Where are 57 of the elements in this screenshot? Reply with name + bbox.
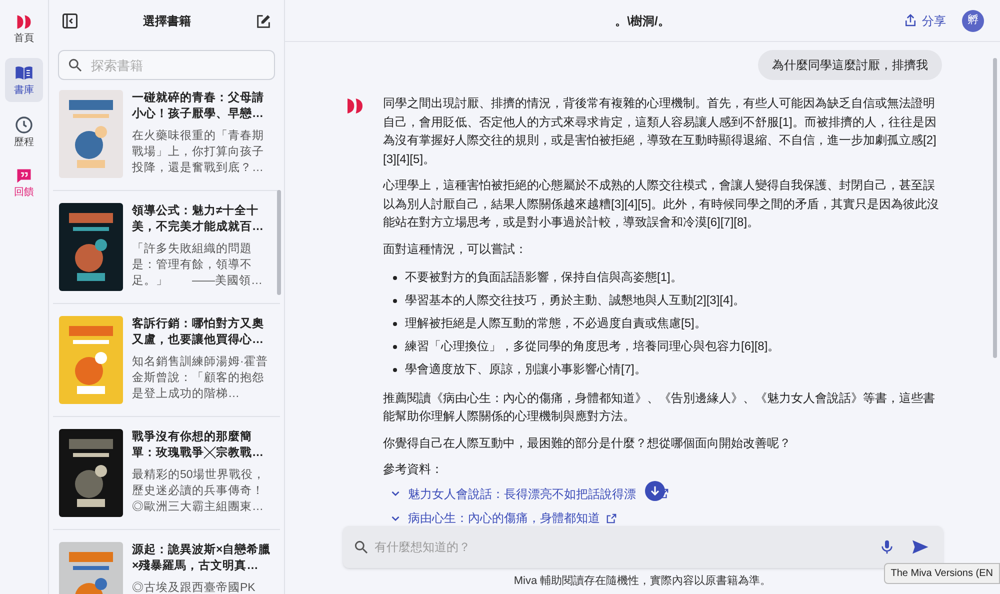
book-description: 在火藥味很重的「青春期戰場」上，你打算向孩子投降，還是奮戰到底？… [132,128,265,176]
answer-paragraph: 心理學上，這種害怕被拒絕的心態屬於不成熟的人際交往模式，會讓人變得自我保護、封閉自己，甚至誤以為別人討厭自己，結果人際關係越來越糟[3][4][5]。此外，有時候同學之間的矛盾，其實只是因為彼此沒能站在對方立場思考，或是對小事過於計較，導致誤會和冷漠[6][7][8]。 [383,177,940,231]
arrow-down-icon [648,484,662,498]
share-button[interactable]: 分享 [903,12,946,30]
book-description: 知名銷售訓練師湯姆·霍普金斯曾說：「顧客的抱怨是登上成功的階梯… [132,354,269,402]
book-title[interactable]: 源起：詭異波斯×自戀希臘×殘暴羅馬，古文明真… [132,542,272,574]
new-chat-icon[interactable] [255,12,272,30]
logo-icon [15,13,33,31]
search-icon [352,538,368,554]
disclaimer-text: Miva 輔助閱讀存在隨機性，實際內容以原書籍為準。 [514,574,772,588]
answer-paragraph: 你覺得自己在人際互動中，最困難的部分是什麼？想從哪個面向開始改善呢？ [383,434,791,452]
bullet [393,322,397,326]
tooltip: The Miva Versions (EN [884,563,1000,584]
nav-item[interactable]: 首頁 [5,8,43,50]
list-item-text: 學習基本的人際交往技巧，勇於主動、誠懇地與人互動[2][3][4]。 [405,292,746,309]
scroll-down-button[interactable] [645,480,665,500]
list-item-text: 學會適度放下、原諒，別讓小事影響心情[7]。 [405,361,646,378]
chat-title: 。\樹洞/。 [615,12,670,30]
sidebar-toggle-icon[interactable] [61,12,79,30]
book-title[interactable]: 戰爭沒有你想的那麼簡單：玫瑰戰爭╳宗教戰… [132,429,272,461]
reference-link[interactable]: 病由心生：內心的傷痛，身體都知道 [389,509,669,526]
list-item-text: 理解被拒絕是人際互動的常態，不必過度自責或焦慮[5]。 [405,315,706,332]
bullet [393,276,397,280]
sidebar-title: 選擇書籍 [143,13,191,30]
chat-input-field[interactable]: 有什麼想知道的？ [342,526,942,568]
clock-icon [14,115,34,135]
microphone-icon[interactable] [878,538,894,554]
answer-paragraph: 推薦閱讀《病由心生：內心的傷痛，身體都知道》、《告別邊緣人》、《魅力女人會說話》等書，這些書能幫助你理解人際關係的心理機制與應對方法。 [383,390,936,425]
speech-bubble-icon [15,167,33,185]
share-icon [903,13,918,28]
bullet [393,345,397,349]
list-item-text: 不要被對方的負面話語影響，保持自信與高姿態[1]。 [405,269,682,286]
answer-paragraph: 參考資料： [383,461,443,478]
avatar[interactable]: 孵 [962,10,984,32]
user-message: 為什麼同學這麼討厭，排擠我 [758,50,942,80]
book-description: ◎古埃及跟西臺帝國PK [132,580,256,594]
book-title[interactable]: 客訴行銷：哪怕對方又奧又盧，也要讓他買得心… [132,316,272,348]
assistant-logo-icon [345,96,365,116]
nav-item[interactable]: 書庫 [5,58,43,102]
search-icon [67,57,83,73]
book-title[interactable]: 一碰就碎的青春：父母請小心！孩子厭學、早戀… [132,90,272,122]
answer-paragraph: 面對這種情況，可以嘗試： [383,240,527,258]
nav-item[interactable]: 回饋 [5,162,43,204]
scrollbar[interactable] [993,58,997,358]
external-link-icon [606,512,617,524]
book-description: 「許多失敗組織的問題是：管理有餘，領導不足。」 ——美國領… [132,242,264,289]
book-title[interactable]: 領導公式：魅力≠十全十美，不完美才能成就百… [132,203,272,235]
book-description: 最精彩的50場世界戰役，歷史迷必讀的兵事傳奇！◎歐洲三大霸主組團東… [132,468,266,515]
list-item-text: 練習「心理換位」，多從同學的角度思考，培養同理心與包容力[6][8]。 [405,338,780,355]
search-field[interactable]: 探索書籍 [58,50,275,80]
reference-link[interactable]: 魅力女人會說話：長得漂亮不如把話說得漂 [389,484,669,503]
nav-item[interactable]: 歷程 [5,110,43,154]
send-icon[interactable] [910,538,928,556]
bullet [393,299,397,303]
answer-paragraph: 同學之間出現討厭、排擠的情況，背後常有複雜的心理機制。首先，有些人可能因為缺乏自信或無法證明自己，會用貶低、否定他人的方式來尋求肯定，這類人容易讓人感到不舒服[1]。而被排擠的人，往往是因為沒有掌握好人際交往的規則，或是害怕被拒絕，導致在互動時顯得退縮、不自信，進一步加劇孤立感[2][3][4][5]。 [383,95,938,168]
bullet [393,368,397,372]
scrollbar[interactable] [277,190,281,295]
